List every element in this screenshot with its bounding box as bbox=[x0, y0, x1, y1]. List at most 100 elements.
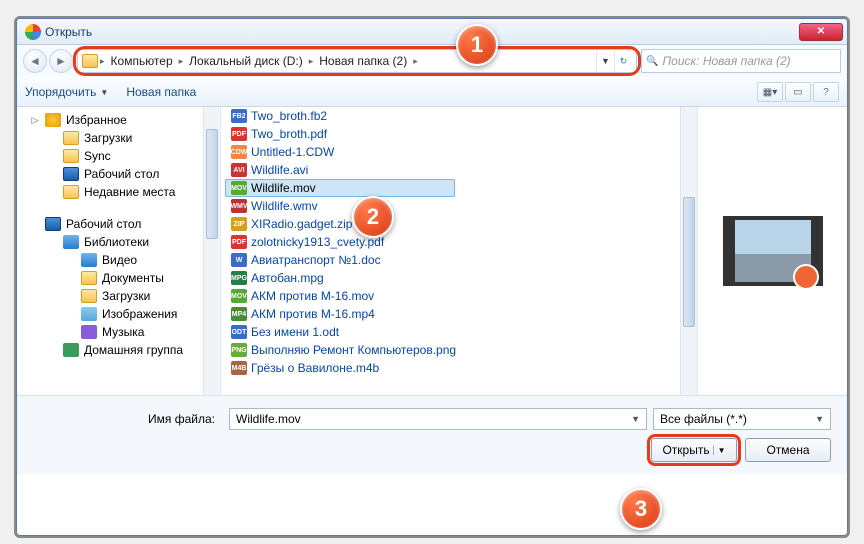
file-icon: PDF bbox=[231, 127, 247, 141]
file-name: АКМ против М-16.mp4 bbox=[251, 307, 375, 321]
file-row[interactable]: MOV Wildlife.mov bbox=[225, 179, 455, 197]
folder-icon bbox=[63, 149, 79, 163]
nav-downloads[interactable]: Загрузки bbox=[17, 129, 220, 147]
libraries-icon bbox=[63, 235, 79, 249]
crumb-folder[interactable]: Новая папка (2) bbox=[315, 54, 411, 68]
bottom-panel: Имя файла: Wildlife.mov▼ Все файлы (*.*)… bbox=[17, 395, 847, 474]
folder-icon bbox=[63, 131, 79, 145]
back-button[interactable]: ◄ bbox=[23, 49, 47, 73]
file-icon: ZIP bbox=[231, 217, 247, 231]
star-icon bbox=[45, 113, 61, 127]
step-badge-1: 1 bbox=[456, 24, 498, 66]
nav-scrollbar[interactable] bbox=[203, 107, 220, 395]
file-name: АКМ против М-16.mov bbox=[251, 289, 374, 303]
desktop-icon bbox=[45, 217, 61, 231]
homegroup-icon bbox=[63, 343, 79, 357]
file-name: Автобан.mpg bbox=[251, 271, 324, 285]
file-name: Untitled-1.CDW bbox=[251, 145, 334, 159]
file-row[interactable]: MPG Автобан.mpg bbox=[225, 269, 693, 287]
chrome-icon bbox=[25, 24, 41, 40]
file-row[interactable]: W Авиатранспорт №1.doc bbox=[225, 251, 693, 269]
file-row[interactable]: PDF Two_broth.pdf bbox=[225, 125, 693, 143]
nav-video[interactable]: Видео bbox=[17, 251, 220, 269]
preview-pane bbox=[697, 107, 847, 395]
file-icon: WMV bbox=[231, 199, 247, 213]
window-title: Открыть bbox=[45, 25, 799, 39]
music-icon bbox=[81, 325, 97, 339]
refresh-button[interactable]: ↻ bbox=[614, 51, 632, 71]
file-name: Грёзы о Вавилоне.m4b bbox=[251, 361, 379, 375]
file-scrollbar[interactable] bbox=[680, 107, 697, 395]
file-name: Выполняю Ремонт Компьютеров.png bbox=[251, 343, 456, 357]
address-bar[interactable]: ▸ Компьютер ▸ Локальный диск (D:) ▸ Нова… bbox=[77, 49, 637, 73]
folder-icon bbox=[81, 289, 97, 303]
file-row[interactable]: M4BГрёзы о Вавилоне.m4b bbox=[225, 359, 693, 377]
file-icon: MOV bbox=[231, 181, 247, 195]
file-row[interactable]: WMV Wildlife.wmv bbox=[225, 197, 693, 215]
view-mode-button[interactable]: ▦▾ bbox=[757, 82, 783, 102]
file-icon: W bbox=[231, 253, 247, 267]
nav-documents[interactable]: Документы bbox=[17, 269, 220, 287]
help-button[interactable]: ? bbox=[813, 82, 839, 102]
file-icon: MPG bbox=[231, 271, 247, 285]
file-row[interactable]: ZIPXIRadio.gadget.zip bbox=[225, 215, 693, 233]
filename-label: Имя файла: bbox=[17, 412, 223, 426]
file-icon: FB2 bbox=[231, 109, 247, 123]
file-row[interactable]: MOVАКМ против М-16.mov bbox=[225, 287, 693, 305]
nav-music[interactable]: Музыка bbox=[17, 323, 220, 341]
nav-pane: ▷Избранное Загрузки Sync Рабочий стол Не… bbox=[17, 107, 221, 395]
open-button[interactable]: Открыть▼ bbox=[651, 438, 737, 462]
file-row[interactable]: AVIWildlife.avi bbox=[225, 161, 693, 179]
nav-homegroup[interactable]: Домашняя группа bbox=[17, 341, 220, 359]
file-row[interactable]: PNGВыполняю Ремонт Компьютеров.png bbox=[225, 341, 693, 359]
nav-row: ◄ ► ▸ Компьютер ▸ Локальный диск (D:) ▸ … bbox=[17, 45, 847, 77]
crumb-computer[interactable]: Компьютер bbox=[107, 54, 177, 68]
file-icon: CDW bbox=[231, 145, 247, 159]
filetype-filter[interactable]: Все файлы (*.*)▼ bbox=[653, 408, 831, 430]
organize-button[interactable]: Упорядочить▼ bbox=[25, 85, 108, 99]
nav-downloads2[interactable]: Загрузки bbox=[17, 287, 220, 305]
forward-button[interactable]: ► bbox=[49, 49, 73, 73]
open-dialog: Открыть ✕ ◄ ► ▸ Компьютер ▸ Локальный ди… bbox=[16, 18, 848, 536]
desktop-icon bbox=[63, 167, 79, 181]
nav-favorites[interactable]: ▷Избранное bbox=[17, 111, 220, 129]
file-row[interactable]: MP4 АКМ против М-16.mp4 bbox=[225, 305, 693, 323]
nav-recent[interactable]: Недавние места bbox=[17, 183, 220, 201]
search-input[interactable]: Поиск: Новая папка (2) bbox=[641, 49, 841, 73]
file-icon: MP4 bbox=[231, 307, 247, 321]
file-name: Two_broth.pdf bbox=[251, 127, 327, 141]
nav-sync[interactable]: Sync bbox=[17, 147, 220, 165]
step-badge-3: 3 bbox=[620, 488, 662, 530]
file-name: Wildlife.avi bbox=[251, 163, 308, 177]
documents-icon bbox=[81, 271, 97, 285]
file-name: Авиатранспорт №1.doc bbox=[251, 253, 381, 267]
file-name: Two_broth.fb2 bbox=[251, 109, 327, 123]
file-name: Без имени 1.odt bbox=[251, 325, 339, 339]
file-name: Wildlife.mov bbox=[251, 181, 316, 195]
cancel-button[interactable]: Отмена bbox=[745, 438, 831, 462]
file-icon: PDF bbox=[231, 235, 247, 249]
nav-images[interactable]: Изображения bbox=[17, 305, 220, 323]
nav-libraries[interactable]: Библиотеки bbox=[17, 233, 220, 251]
close-button[interactable]: ✕ bbox=[799, 23, 843, 41]
filename-input[interactable]: Wildlife.mov▼ bbox=[229, 408, 647, 430]
file-name: zolotnicky1913_cvety.pdf bbox=[251, 235, 384, 249]
file-list: FB2 Two_broth.fb2 PDF Two_broth.pdf CDW Untit… bbox=[221, 107, 697, 395]
nav-desktop2[interactable]: Рабочий стол bbox=[17, 215, 220, 233]
new-folder-button[interactable]: Новая папка bbox=[126, 85, 196, 99]
file-icon: ODT bbox=[231, 325, 247, 339]
file-row[interactable]: PDF zolotnicky1913_cvety.pdf bbox=[225, 233, 693, 251]
file-row[interactable]: FB2 Two_broth.fb2 bbox=[225, 107, 693, 125]
preview-pane-button[interactable]: ▭ bbox=[785, 82, 811, 102]
crumb-drive[interactable]: Локальный диск (D:) bbox=[185, 54, 307, 68]
file-row[interactable]: ODT Без имени 1.odt bbox=[225, 323, 693, 341]
nav-desktop[interactable]: Рабочий стол bbox=[17, 165, 220, 183]
file-name: Wildlife.wmv bbox=[251, 199, 318, 213]
step-badge-2: 2 bbox=[352, 196, 394, 238]
toolbar: Упорядочить▼ Новая папка ▦▾ ▭ ? bbox=[17, 77, 847, 107]
file-row[interactable]: CDW Untitled-1.CDW bbox=[225, 143, 693, 161]
titlebar: Открыть ✕ bbox=[17, 19, 847, 45]
images-icon bbox=[81, 307, 97, 321]
addr-dropdown[interactable]: ▼ bbox=[596, 51, 614, 71]
video-thumbnail bbox=[723, 216, 823, 286]
